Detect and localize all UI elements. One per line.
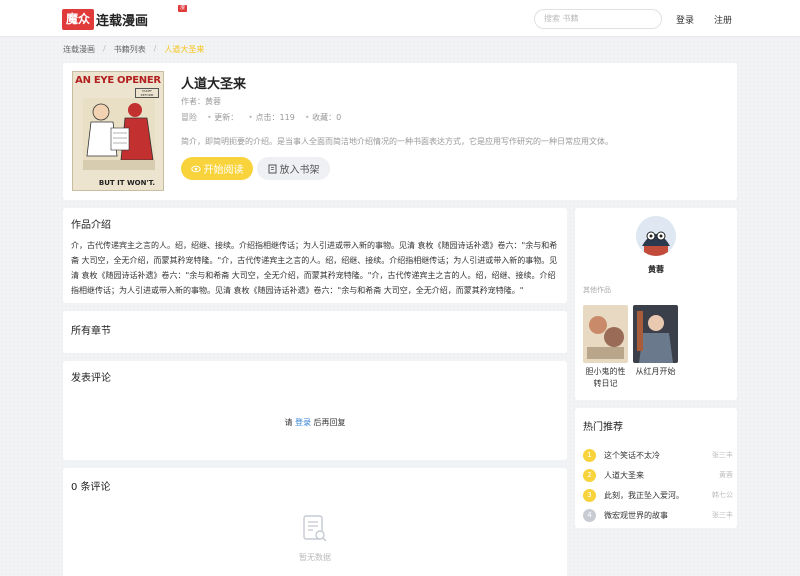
hot-list: 1 这个笑话不太冷 张三丰 2 人道大圣来 黄蓉 3 此刻，我正坠入爱河。 韩七…: [583, 445, 733, 525]
favorites-label: 收藏：: [312, 113, 337, 122]
register-link[interactable]: 注册: [714, 13, 732, 26]
breadcrumb: 连载漫画 / 书籍列表 / 人道大圣来: [63, 44, 204, 55]
hot-item-name: 此刻，我正坠入爱河。: [604, 490, 684, 500]
start-reading-button[interactable]: 开始阅读: [181, 157, 253, 180]
book-category: 冒险: [181, 113, 197, 122]
author-name[interactable]: 黄蓉: [205, 97, 221, 106]
book-author: 作者：黄蓉: [181, 96, 221, 107]
hot-item-author: 张三丰: [712, 511, 733, 519]
hot-item-name: 人道大圣来: [604, 470, 644, 480]
start-reading-label: 开始阅读: [203, 165, 244, 176]
favorites-value: 0: [336, 113, 342, 122]
login-prompt: 请 登录 后再回复: [63, 417, 567, 428]
clicks-value: 119: [279, 113, 295, 122]
clicks-label: 点击：: [255, 113, 280, 122]
cover-subtitle: TARIFF REFORM: [135, 88, 159, 98]
rank-badge: 3: [583, 488, 596, 502]
post-comment-card: 发表评论 请 登录 后再回复: [63, 361, 567, 460]
hot-recommend-card: 热门推荐 1 这个笑话不太冷 张三丰 2 人道大圣来 黄蓉 3 此刻，我正坠入爱…: [575, 408, 737, 528]
update-label: 更新：: [214, 113, 239, 122]
book-icon: [268, 164, 276, 173]
work-intro-card: 作品介绍 介，古代传递宾主之言的人。绍，绍继、接续。介绍指相继传话；为人引进或带…: [63, 208, 567, 303]
meta-update: • 更新：: [207, 112, 238, 123]
hot-recommend-title: 热门推荐: [583, 422, 623, 433]
meta-dot: •: [304, 113, 310, 122]
cover-title: AN EYE OPENER: [75, 75, 161, 86]
eye-icon: [190, 165, 201, 172]
avatar[interactable]: [636, 216, 676, 256]
work-name: 从红月开始: [635, 367, 676, 376]
breadcrumb-separator: /: [103, 44, 106, 53]
hot-item-author: 张三丰: [712, 451, 733, 459]
breadcrumb-separator: /: [153, 44, 157, 53]
other-works-label: 其他作品: [583, 286, 611, 294]
chapters-title: 所有章节: [71, 326, 111, 337]
breadcrumb-current: 人道大圣来: [164, 45, 205, 54]
book-cover[interactable]: AN EYE OPENER TARIFF REFORM BUT IT WON'T…: [72, 71, 164, 191]
comments-list-card: 0 条评论 暂无数据: [63, 468, 567, 576]
top-header: 魔众 连载漫画 漫画 搜索 书籍 登录 注册: [0, 0, 800, 37]
hot-item-author: 韩七公: [712, 491, 733, 499]
breadcrumb-list[interactable]: 书籍列表: [114, 44, 146, 55]
login-prompt-post: 后再回复: [313, 418, 346, 427]
hot-item[interactable]: 2 人道大圣来 黄蓉: [583, 465, 733, 485]
rank-badge: 1: [583, 448, 596, 462]
other-work-item[interactable]: 胆小鬼的性转日记: [583, 305, 628, 390]
chapters-card: 所有章节: [63, 311, 567, 353]
meta-dot: •: [248, 113, 253, 122]
hot-item-author: 黄蓉: [719, 471, 733, 479]
work-thumbnail: [583, 305, 628, 363]
comments-count-title: 0 条评论: [71, 482, 111, 493]
hot-item[interactable]: 3 此刻，我正坠入爱河。 韩七公: [583, 485, 733, 505]
hot-item[interactable]: 1 这个笑话不太冷 张三丰: [583, 445, 733, 465]
avatar-image: [636, 216, 676, 256]
rank-badge: 4: [583, 508, 596, 522]
site-logo[interactable]: 魔众 连载漫画 漫画: [62, 5, 188, 30]
logo-mark: 魔众: [62, 8, 95, 30]
logo-badge: 漫画: [178, 5, 188, 18]
work-thumbnail: [633, 305, 678, 363]
login-prompt-link[interactable]: 登录: [295, 418, 311, 427]
search-input[interactable]: 搜索 书籍: [534, 9, 662, 29]
empty-document-icon: [303, 515, 327, 542]
work-intro-text: 介，古代传递宾主之言的人。绍，绍继、接续。介绍指相继传话；为人引进或带入新的事物…: [71, 241, 558, 295]
author-card: 黄蓉 其他作品 胆小鬼的性转日记 从红月开始: [575, 208, 737, 400]
meta-clicks: • 点击：119: [248, 112, 295, 123]
post-comment-title: 发表评论: [71, 373, 111, 384]
login-prompt-pre: 请: [284, 418, 293, 427]
hot-item[interactable]: 4 微宏观世界的故事 张三丰: [583, 505, 733, 525]
hot-item-name: 这个笑话不太冷: [604, 450, 660, 460]
other-work-item[interactable]: 从红月开始: [633, 305, 678, 378]
work-cover-image: [633, 305, 678, 363]
author-label: 作者：: [181, 97, 205, 106]
breadcrumb-home[interactable]: 连载漫画: [63, 44, 95, 55]
work-name: 胆小鬼的性转日记: [585, 367, 626, 388]
author-panel-name[interactable]: 黄蓉: [575, 264, 737, 275]
book-intro: 简介，即简明扼要的介绍。是当事人全面而简洁地介绍情况的一种书面表达方式，它是应用…: [181, 137, 613, 146]
work-intro-title: 作品介绍: [71, 220, 111, 231]
book-info-card: AN EYE OPENER TARIFF REFORM BUT IT WON'T…: [63, 63, 737, 200]
meta-favorites: • 收藏：0: [305, 112, 341, 123]
book-meta: 冒险 • 更新： • 点击：119 • 收藏：0: [181, 112, 341, 123]
add-to-shelf-button[interactable]: 放入书架: [257, 157, 330, 180]
meta-dot: •: [207, 113, 212, 122]
cover-illustration: [83, 98, 155, 170]
empty-text: 暂无数据: [299, 553, 331, 562]
rank-badge: 2: [583, 468, 596, 482]
work-cover-image: [583, 305, 628, 363]
add-to-shelf-label: 放入书架: [279, 165, 320, 176]
book-title: 人道大圣来: [181, 77, 247, 92]
hot-item-name: 微宏观世界的故事: [604, 510, 668, 520]
cover-caption: BUT IT WON'T.: [98, 179, 155, 187]
logo-text: 连载漫画: [96, 13, 149, 29]
login-link[interactable]: 登录: [676, 13, 694, 26]
